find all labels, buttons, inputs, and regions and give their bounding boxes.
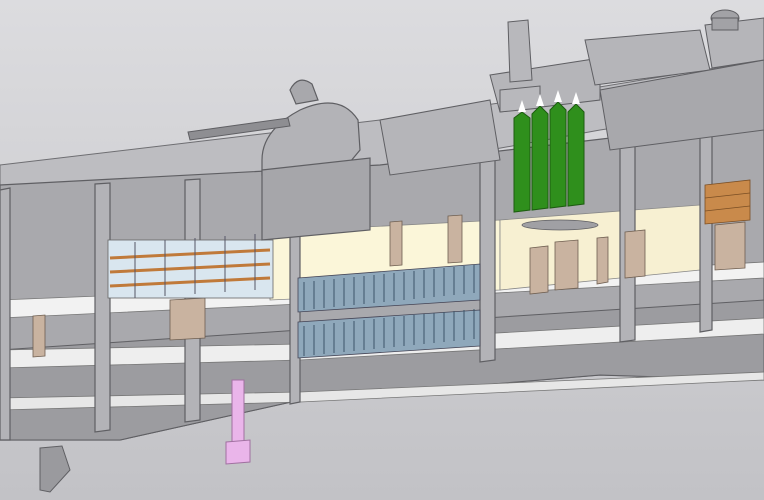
ship-cutaway-model xyxy=(0,0,764,500)
ammo-shelves xyxy=(107,234,274,299)
torpedo xyxy=(521,219,599,231)
cad-viewport[interactable] xyxy=(0,0,764,500)
secondary-turret xyxy=(710,9,740,31)
crate-stack xyxy=(704,179,751,225)
